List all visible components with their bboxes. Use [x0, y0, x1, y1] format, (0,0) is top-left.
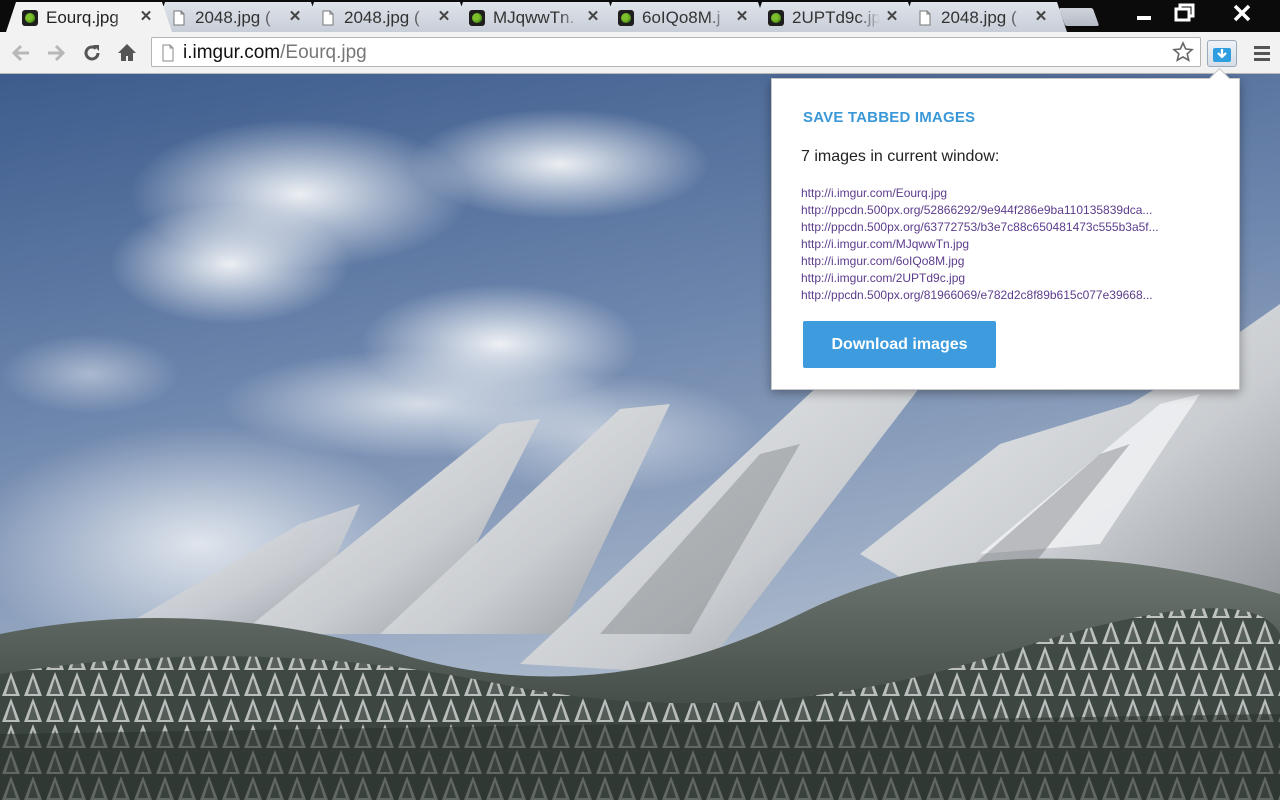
minimize-icon	[1137, 16, 1151, 20]
tab-title: 6oIQo8M.j	[642, 8, 721, 27]
close-window-button[interactable]	[1208, 0, 1276, 26]
tab-strip: Eourq.jpg ✕ 2048.jpg ( ✕ 2048.jpg ( ✕ MJ…	[0, 0, 1280, 32]
restore-icon	[1174, 3, 1195, 22]
reload-button[interactable]	[79, 40, 105, 66]
page-icon	[160, 44, 176, 67]
tab-close-icon[interactable]: ✕	[884, 8, 900, 26]
tab-title: Eourq.jpg	[46, 8, 119, 27]
tab-title: MJqwwTn.	[493, 8, 575, 27]
image-link[interactable]: http://ppcdn.500px.org/63772753/b3e7c88c…	[801, 219, 1213, 236]
forward-arrow-icon	[48, 44, 66, 62]
imgur-icon	[768, 10, 784, 26]
page-icon	[917, 10, 933, 26]
page-icon	[320, 10, 336, 26]
tab-4[interactable]: 6oIQo8M.j ✕	[602, 2, 768, 32]
home-icon	[118, 44, 136, 61]
download-icon	[1213, 47, 1231, 62]
home-button[interactable]	[114, 40, 140, 66]
url-host: i.imgur.com	[183, 42, 281, 63]
imgur-icon	[22, 10, 38, 26]
address-bar[interactable]: i.imgur.com/Eourq.jpg	[151, 37, 1201, 67]
tab-title: 2048.jpg (	[344, 8, 420, 27]
image-link[interactable]: http://i.imgur.com/2UPTd9c.jpg	[801, 270, 1213, 287]
tab-1[interactable]: 2048.jpg ( ✕	[155, 2, 321, 32]
popup-heading: SAVE TABBED IMAGES	[803, 109, 976, 126]
save-tabbed-images-extension-button[interactable]	[1207, 40, 1237, 67]
tab-title: 2048.jpg (	[941, 8, 1017, 27]
page-icon	[171, 10, 187, 26]
hamburger-menu-icon	[1254, 46, 1270, 61]
tab-title: 2UPTd9c.jp	[792, 8, 880, 27]
tab-close-icon[interactable]: ✕	[287, 8, 303, 26]
minimize-button[interactable]	[1121, 0, 1167, 26]
tab-close-icon[interactable]: ✕	[734, 8, 750, 26]
forward-button[interactable]	[43, 40, 69, 66]
back-arrow-icon	[11, 44, 29, 62]
image-link[interactable]: http://ppcdn.500px.org/81966069/e782d2c8…	[801, 287, 1213, 304]
tab-2[interactable]: 2048.jpg ( ✕	[304, 2, 470, 32]
back-button[interactable]	[8, 40, 34, 66]
close-icon	[1233, 4, 1251, 22]
save-tabbed-images-popup: SAVE TABBED IMAGES 7 images in current w…	[771, 78, 1240, 390]
reload-icon	[84, 45, 100, 61]
tab-6[interactable]: 2048.jpg ( ✕	[901, 2, 1067, 32]
download-images-button[interactable]: Download images	[803, 321, 996, 368]
tab-close-icon[interactable]: ✕	[1033, 8, 1049, 26]
image-link[interactable]: http://ppcdn.500px.org/52866292/9e944f28…	[801, 202, 1213, 219]
tab-0[interactable]: Eourq.jpg ✕	[6, 2, 172, 32]
tab-close-icon[interactable]: ✕	[138, 8, 154, 26]
image-link[interactable]: http://i.imgur.com/Eourq.jpg	[801, 185, 1213, 202]
image-link-list: http://i.imgur.com/Eourq.jpg http://ppcd…	[801, 185, 1213, 304]
image-count-text: 7 images in current window:	[801, 148, 1000, 165]
restore-button[interactable]	[1162, 0, 1208, 26]
image-link[interactable]: http://i.imgur.com/MJqwwTn.jpg	[801, 236, 1213, 253]
tab-close-icon[interactable]: ✕	[436, 8, 452, 26]
tab-3[interactable]: MJqwwTn. ✕	[453, 2, 619, 32]
chrome-menu-button[interactable]	[1250, 42, 1274, 64]
tab-title: 2048.jpg (	[195, 8, 271, 27]
tab-5[interactable]: 2UPTd9c.jp ✕	[752, 2, 918, 32]
browser-toolbar: i.imgur.com/Eourq.jpg	[0, 32, 1280, 74]
url-text[interactable]: i.imgur.com/Eourq.jpg	[183, 42, 367, 64]
new-tab-button[interactable]	[1058, 8, 1100, 26]
url-path: /Eourq.jpg	[280, 42, 367, 63]
bookmark-star-icon[interactable]	[1172, 41, 1194, 68]
tab-close-icon[interactable]: ✕	[585, 8, 601, 26]
image-link[interactable]: http://i.imgur.com/6oIQo8M.jpg	[801, 253, 1213, 270]
imgur-icon	[618, 10, 634, 26]
imgur-icon	[469, 10, 485, 26]
